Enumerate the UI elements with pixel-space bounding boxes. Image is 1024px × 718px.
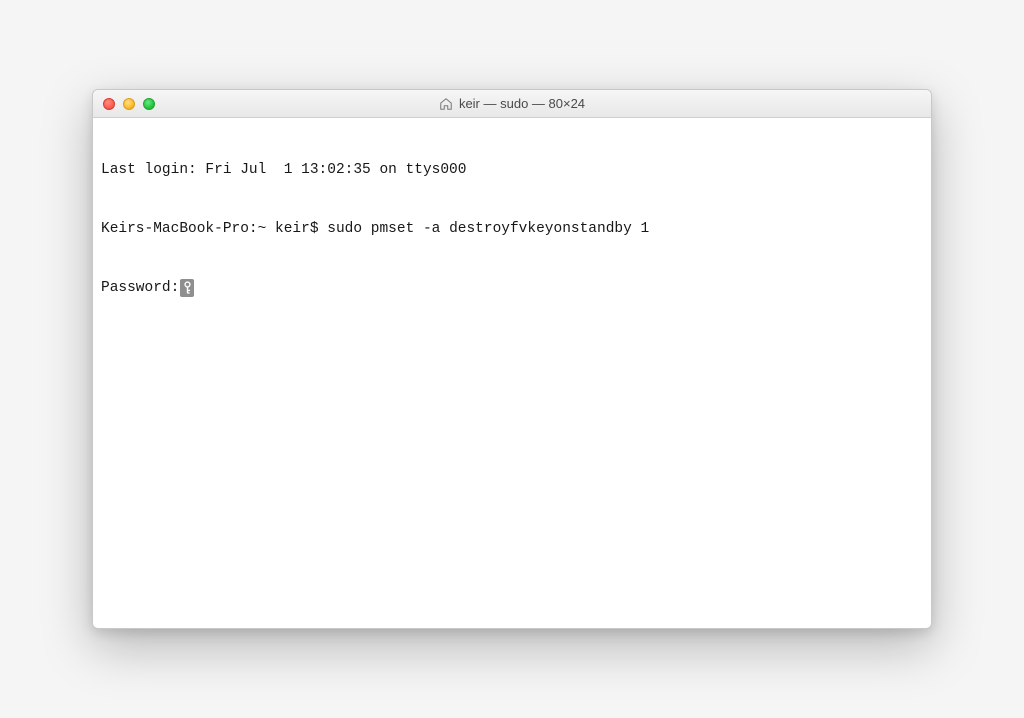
maximize-button[interactable] xyxy=(143,98,155,110)
key-icon xyxy=(180,279,194,297)
window-title: keir — sudo — 80×24 xyxy=(459,96,585,111)
last-login-line: Last login: Fri Jul 1 13:02:35 on ttys00… xyxy=(101,161,923,181)
shell-prompt: Keirs-MacBook-Pro:~ keir$ xyxy=(101,221,327,237)
titlebar[interactable]: keir — sudo — 80×24 xyxy=(93,90,931,118)
minimize-button[interactable] xyxy=(123,98,135,110)
password-prompt-line: Password: xyxy=(101,279,923,299)
window-title-container: keir — sudo — 80×24 xyxy=(439,96,585,111)
close-button[interactable] xyxy=(103,98,115,110)
traffic-lights xyxy=(103,98,155,110)
terminal-body[interactable]: Last login: Fri Jul 1 13:02:35 on ttys00… xyxy=(93,118,931,628)
entered-command: sudo pmset -a destroyfvkeyonstandby 1 xyxy=(327,221,649,237)
terminal-window: keir — sudo — 80×24 Last login: Fri Jul … xyxy=(92,89,932,629)
command-line: Keirs-MacBook-Pro:~ keir$ sudo pmset -a … xyxy=(101,220,923,240)
home-icon xyxy=(439,97,453,111)
password-label: Password: xyxy=(101,279,179,299)
